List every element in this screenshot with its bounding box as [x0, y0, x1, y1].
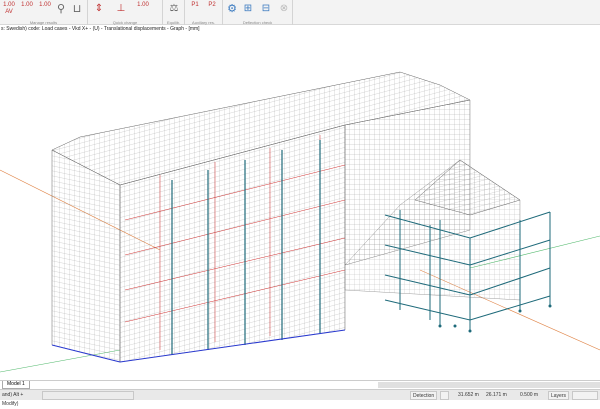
model-tab-bar: Model 1: [0, 380, 600, 389]
group-label: Equilib.: [166, 20, 181, 25]
horizontal-scrollbar[interactable]: [378, 382, 600, 388]
deflection-beam-icon[interactable]: ⊞: [241, 2, 255, 16]
snap-icon[interactable]: [440, 391, 449, 400]
aux-p1-icon[interactable]: P1: [188, 2, 202, 16]
load-case-icon[interactable]: ⊥: [114, 2, 128, 16]
gear-icon[interactable]: ⚙: [225, 2, 239, 16]
column-supports: [438, 304, 552, 333]
group-label: Quick change: [112, 20, 138, 25]
result-scale-icon[interactable]: 1.00: [20, 2, 34, 16]
tab-model-1[interactable]: Model 1: [2, 381, 30, 389]
coord-y: 26.171 m: [486, 392, 507, 398]
coord-x: 31.652 m: [458, 392, 479, 398]
layers-button[interactable]: Layers: [548, 391, 570, 400]
result-grid-icon[interactable]: 1.00: [38, 2, 52, 16]
model-viewport[interactable]: [0, 34, 600, 380]
factor-icon[interactable]: 1.00: [136, 2, 150, 16]
disabled-icon: ⊗: [279, 3, 289, 14]
load-arrow-icon[interactable]: ⇕: [92, 2, 106, 16]
group-deflection-check: ⚙ ⊞ ⊟ ⊗ Deflection check: [223, 0, 293, 25]
status-hint: and) Alt + Modify): [2, 392, 24, 407]
av-icon[interactable]: 1.00 AV: [2, 2, 16, 16]
group-manage-results: 1.00 AV 1.00 1.00 ⚲ ⊔ Manage results: [0, 0, 88, 25]
aux-p2-icon[interactable]: P2: [205, 2, 219, 16]
view-controls[interactable]: [572, 391, 598, 400]
group-label: Auxiliary res.: [192, 20, 215, 25]
group-label: Deflection check: [242, 20, 273, 25]
group-quick-change: ⇕ ⊥ 1.00 Quick change: [88, 0, 163, 25]
group-label: Manage results: [29, 20, 58, 25]
deflection-grid-icon[interactable]: ⊟: [259, 2, 273, 16]
status-input-field[interactable]: [42, 391, 134, 400]
left-gable-wall: [51, 149, 121, 363]
status-bar: and) Alt + Modify) Detection 31.652 m 26…: [0, 389, 600, 407]
ribbon-toolbar: 1.00 AV 1.00 1.00 ⚲ ⊔ Manage results ⇕ ⊥…: [0, 0, 600, 25]
zoom-search-icon[interactable]: ⚲: [54, 2, 68, 16]
group-equilibrium: ⚖ Equilib.: [163, 0, 185, 25]
group-auxiliary: P1 P2 Auxiliary res.: [185, 0, 223, 25]
result-info-line: s: Swedish) code: Load cases - Vkd X+ - …: [1, 26, 200, 32]
section-frame-icon[interactable]: ⊔: [70, 2, 84, 16]
balance-icon[interactable]: ⚖: [167, 2, 181, 16]
detection-button[interactable]: Detection: [410, 391, 438, 400]
coord-z: 0.500 m: [520, 392, 539, 398]
